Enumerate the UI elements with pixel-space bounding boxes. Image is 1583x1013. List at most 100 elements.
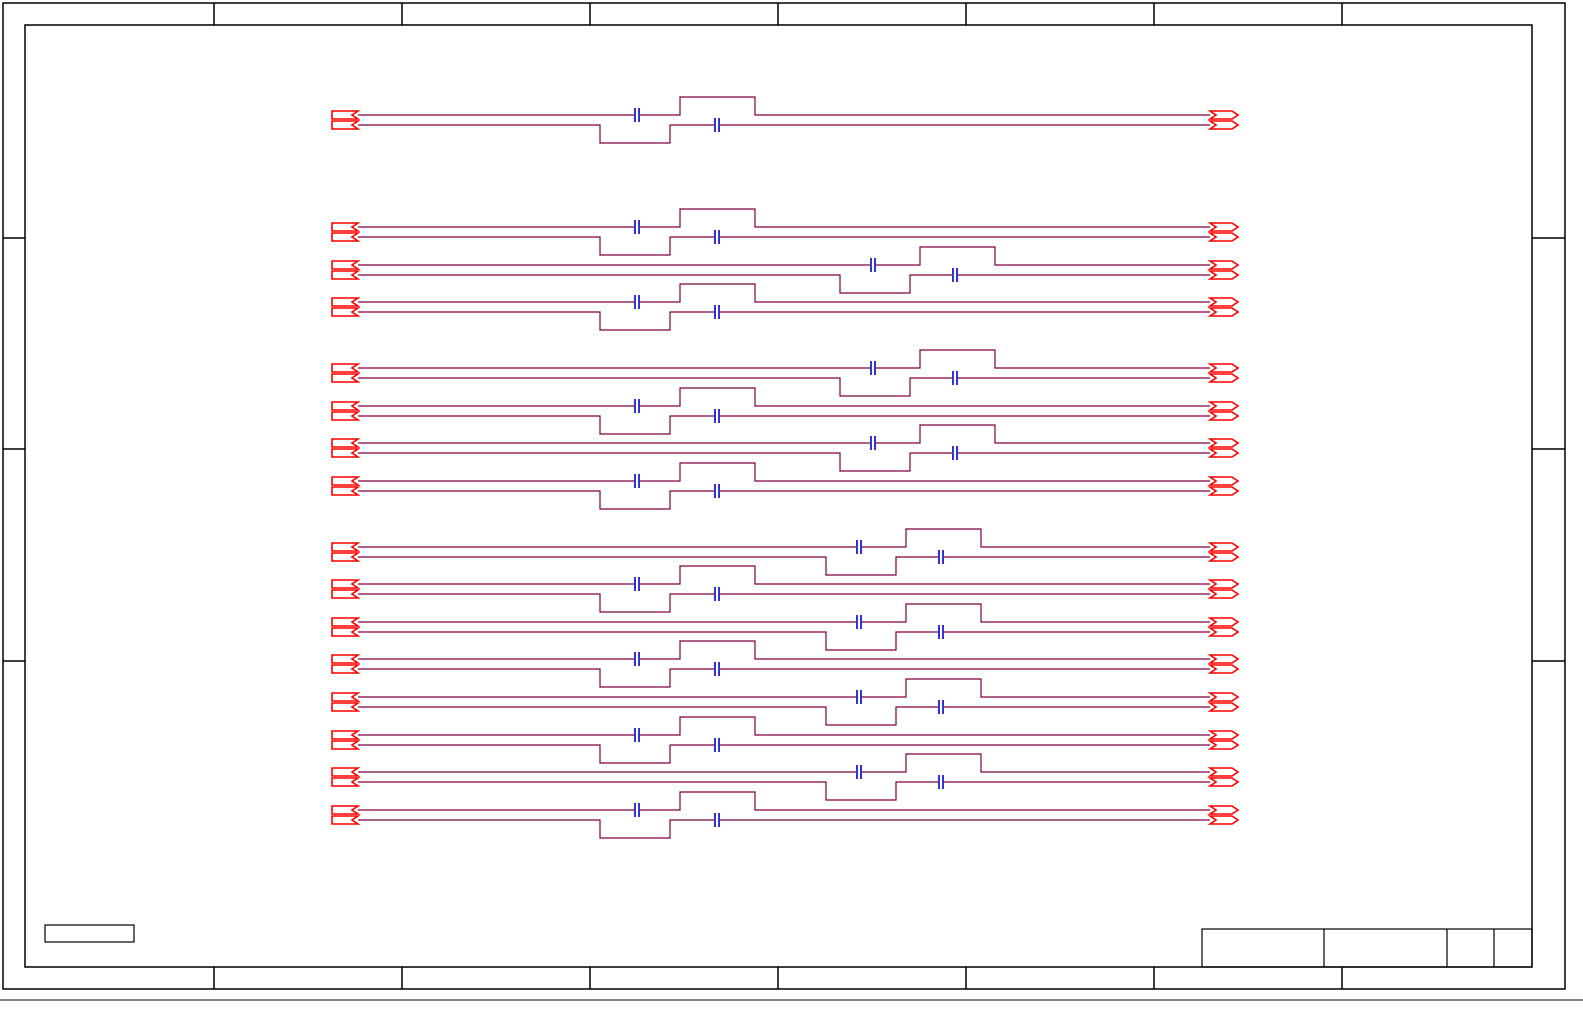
port-right-n [1207, 627, 1240, 637]
port-right-n [1207, 552, 1240, 562]
pair-16 [331, 791, 1240, 839]
port-left-n [331, 411, 361, 421]
port-left-p [331, 476, 361, 486]
port-right-n [1207, 777, 1240, 787]
port-left-n [331, 740, 361, 750]
capacitor-p [634, 652, 640, 666]
port-left-p [331, 692, 361, 702]
port-left-p [331, 297, 361, 307]
capacitor-n [714, 813, 720, 827]
port-left-n [331, 552, 361, 562]
capacitor-p [634, 803, 640, 817]
capacitor-p [856, 690, 862, 704]
capacitor-p [634, 474, 640, 488]
net-n [358, 781, 1210, 801]
capacitor-p [634, 728, 640, 742]
port-right-n [1207, 307, 1240, 317]
port-right-p [1207, 260, 1240, 270]
port-right-p [1207, 692, 1240, 702]
port-right-p [1207, 805, 1240, 815]
port-right-n [1207, 411, 1240, 421]
pair-7 [331, 424, 1240, 472]
drawing-frame [0, 2, 1583, 1001]
port-left-n [331, 815, 361, 825]
net-p [358, 528, 1210, 548]
port-right-p [1207, 767, 1240, 777]
capacitor-p [634, 220, 640, 234]
net-p [358, 424, 1210, 444]
net-n [358, 236, 1210, 256]
capacitor-n [714, 409, 720, 423]
capacitor-n [714, 118, 720, 132]
port-right-n [1207, 120, 1240, 130]
port-right-p [1207, 542, 1240, 552]
capacitor-n [714, 305, 720, 319]
port-right-n [1207, 232, 1240, 242]
capacitor-n [952, 371, 958, 385]
net-p [358, 565, 1210, 585]
outer-border [2, 2, 1566, 990]
capacitor-p [856, 540, 862, 554]
port-right-p [1207, 654, 1240, 664]
port-left-n [331, 627, 361, 637]
port-left-p [331, 110, 361, 120]
capacitor-p [870, 258, 876, 272]
title-block [1201, 928, 1533, 968]
inner-border [24, 24, 1533, 968]
net-n [358, 744, 1210, 764]
net-n [358, 593, 1210, 613]
port-left-p [331, 730, 361, 740]
port-right-p [1207, 363, 1240, 373]
port-right-p [1207, 222, 1240, 232]
port-right-n [1207, 664, 1240, 674]
port-left-p [331, 363, 361, 373]
pair-12 [331, 640, 1240, 688]
port-right-p [1207, 297, 1240, 307]
net-n [358, 415, 1210, 435]
net-n [358, 706, 1210, 726]
port-right-n [1207, 702, 1240, 712]
capacitor-n [714, 484, 720, 498]
port-left-p [331, 222, 361, 232]
capacitor-p [870, 436, 876, 450]
port-right-n [1207, 740, 1240, 750]
title-block-box [1201, 928, 1533, 968]
net-p [358, 716, 1210, 736]
port-left-n [331, 270, 361, 280]
pair-11 [331, 603, 1240, 651]
capacitor-p [856, 615, 862, 629]
port-left-n [331, 448, 361, 458]
port-left-n [331, 232, 361, 242]
net-p [358, 603, 1210, 623]
port-right-p [1207, 730, 1240, 740]
port-right-n [1207, 270, 1240, 280]
net-p [358, 678, 1210, 698]
net-p [358, 640, 1210, 660]
port-right-n [1207, 486, 1240, 496]
net-p [358, 246, 1210, 266]
port-right-p [1207, 617, 1240, 627]
pair-13 [331, 678, 1240, 726]
net-p [358, 96, 1210, 116]
port-left-n [331, 120, 361, 130]
capacitor-n [714, 738, 720, 752]
port-left-p [331, 805, 361, 815]
port-right-p [1207, 438, 1240, 448]
port-left-p [331, 260, 361, 270]
port-left-p [331, 438, 361, 448]
port-left-p [331, 617, 361, 627]
port-right-n [1207, 815, 1240, 825]
port-right-p [1207, 476, 1240, 486]
capacitor-n [714, 662, 720, 676]
net-n [358, 274, 1210, 294]
port-right-n [1207, 448, 1240, 458]
pair-3 [331, 246, 1240, 294]
port-left-n [331, 307, 361, 317]
net-p [358, 283, 1210, 303]
net-p [358, 753, 1210, 773]
net-n [358, 819, 1210, 839]
note-box [44, 924, 135, 943]
pair-8 [331, 462, 1240, 510]
net-n [358, 311, 1210, 331]
port-left-p [331, 542, 361, 552]
